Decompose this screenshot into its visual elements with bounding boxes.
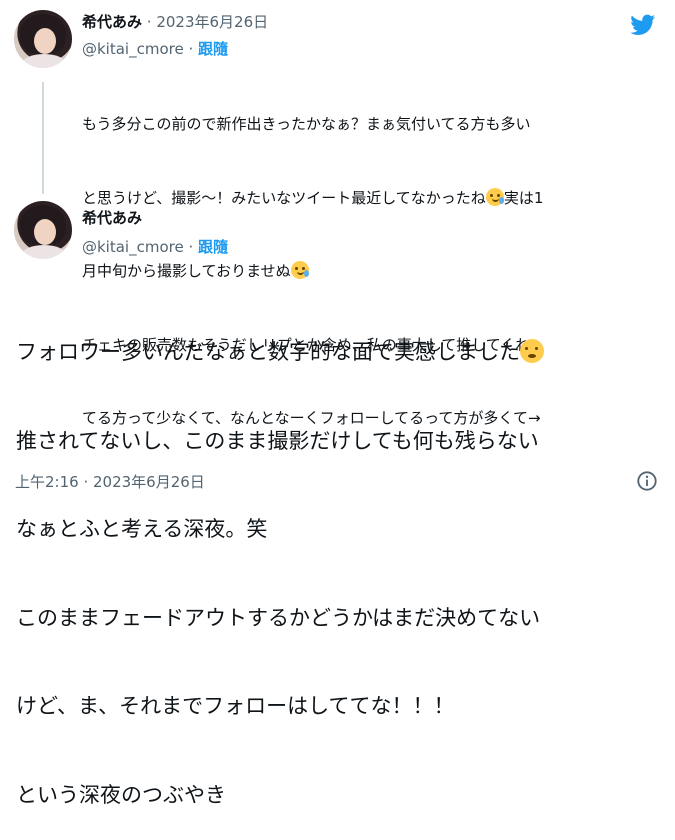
main-author-handle[interactable]: @kitai_cmore	[82, 238, 184, 256]
prev-text-line: もう多分この前ので新作出きったかなぁ？まぁ気付いてる方も多い	[82, 115, 531, 133]
prev-date-separator: ·	[142, 13, 157, 31]
main-text-line: このままフェードアウトするかどうかはまだ決めてない	[16, 605, 541, 630]
prev-text-line: と思うけど、撮影〜！みたいなツイート最近してなかったね 実は1	[82, 187, 544, 207]
prev-follow-button[interactable]: 跟隨	[198, 40, 228, 58]
prev-handle-row: @kitai_cmore · 跟隨	[82, 38, 228, 59]
smiling-face-with-tear-icon	[485, 187, 504, 206]
prev-follow-separator: ·	[183, 40, 199, 58]
prev-author-handle[interactable]: @kitai_cmore	[82, 40, 184, 58]
twitter-bird-icon[interactable]	[628, 12, 658, 37]
prev-tweet-date[interactable]: 2023年6月26日	[156, 13, 268, 31]
pleading-face-icon	[520, 339, 544, 363]
smiling-face-with-tear-icon	[290, 261, 309, 279]
main-tweet-timestamp[interactable]: 上午2:16 · 2023年6月26日	[15, 471, 205, 492]
thread-connector-line	[42, 82, 44, 194]
main-text-line: 推されてないし、このまま撮影だけしても何も残らない	[16, 428, 539, 453]
main-author-avatar[interactable]	[14, 201, 72, 259]
prev-author-avatar[interactable]	[14, 10, 72, 68]
prev-tweet-header: 希代あみ · 2023年6月26日	[82, 11, 268, 32]
main-text-line: という深夜のつぶやき	[16, 782, 226, 807]
main-author-name[interactable]: 希代あみ	[82, 209, 142, 227]
main-handle-row: @kitai_cmore · 跟隨	[82, 236, 228, 257]
main-tweet-text: フォロワー多いんだなぁと数字的な面で実感しました 推されてないし、このまま撮影だ…	[16, 279, 666, 840]
prev-author-name[interactable]: 希代あみ	[82, 13, 142, 31]
main-tweet-header: 希代あみ	[82, 207, 142, 228]
info-icon[interactable]	[636, 470, 658, 492]
main-text-line: フォロワー多いんだなぁと数字的な面で実感しました	[16, 338, 666, 368]
main-follow-separator: ·	[183, 238, 199, 256]
main-text-line: けど、ま、それまでフォローはしててな！！！	[16, 694, 455, 718]
main-follow-button[interactable]: 跟隨	[198, 238, 228, 256]
main-text-line: なぁとふと考える深夜。笑	[16, 517, 268, 541]
